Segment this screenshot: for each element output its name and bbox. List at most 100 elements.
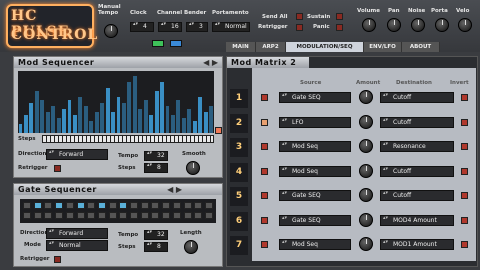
gate-step-cell[interactable] — [23, 202, 31, 209]
gate-step-cell[interactable] — [33, 212, 42, 219]
tab-about[interactable]: ABOUT — [402, 42, 440, 52]
destination-select[interactable]: Cutoff — [380, 165, 454, 177]
mod-seq-nav-arrows-icon[interactable]: ◀ ▶ — [203, 58, 218, 67]
gate-step-cell[interactable] — [183, 212, 192, 219]
source-select[interactable]: Gate SEQ — [279, 92, 351, 103]
invert-toggle[interactable] — [461, 143, 468, 150]
pan-knob[interactable] — [387, 18, 401, 32]
mod-step-bar[interactable] — [56, 118, 61, 133]
mod-step-bar[interactable] — [192, 121, 197, 133]
mod-step-bar[interactable] — [143, 100, 148, 133]
mod-step-bar[interactable] — [100, 103, 105, 133]
row-enable-toggle[interactable] — [261, 94, 268, 101]
clock-spinner[interactable]: 4 — [130, 22, 154, 32]
mod-step-bar[interactable] — [170, 115, 175, 133]
amount-knob[interactable] — [359, 188, 373, 202]
gate-step-cell[interactable] — [172, 202, 181, 209]
mod-step-bar[interactable] — [176, 100, 181, 133]
gate-step-cell[interactable] — [119, 212, 128, 219]
gate-step-cell[interactable] — [162, 212, 171, 219]
gate-step-cell[interactable] — [151, 202, 160, 209]
amount-knob[interactable] — [359, 114, 373, 129]
gate-step-cell[interactable] — [87, 212, 96, 219]
mod-step-bar[interactable] — [51, 106, 56, 133]
mod-step-bar[interactable] — [72, 115, 77, 133]
sustain-button[interactable] — [336, 13, 343, 20]
gate-step-cell[interactable] — [55, 202, 64, 209]
noise-knob[interactable] — [411, 18, 425, 32]
gate-step-cell[interactable] — [108, 202, 117, 209]
gate-step-cell[interactable] — [204, 202, 213, 209]
row-enable-toggle[interactable] — [261, 241, 268, 248]
mod-step-bar[interactable] — [181, 118, 186, 133]
mod-step-bar[interactable] — [165, 106, 170, 133]
mod-step-bar[interactable] — [83, 106, 88, 133]
gate-step-cell[interactable] — [130, 212, 138, 219]
gate-step-cell[interactable] — [108, 212, 117, 219]
gate-step-cell[interactable] — [194, 212, 203, 219]
send-all-button[interactable] — [296, 13, 303, 20]
amount-knob[interactable] — [359, 237, 373, 251]
gate-step-cell[interactable] — [33, 202, 42, 209]
mod-step-bar[interactable] — [111, 112, 115, 133]
gate-step-cell[interactable] — [162, 202, 171, 209]
invert-toggle[interactable] — [461, 192, 468, 199]
destination-select[interactable]: Cutoff — [380, 92, 454, 103]
row-enable-toggle[interactable] — [261, 192, 268, 199]
gate-step-cell[interactable] — [23, 212, 31, 219]
row-enable-toggle[interactable] — [261, 118, 268, 126]
invert-toggle[interactable] — [461, 118, 468, 126]
tab-arp2[interactable]: ARP2 — [256, 42, 286, 52]
gate-direction-select[interactable]: Forward — [46, 228, 108, 239]
gate-step-cell[interactable] — [194, 202, 203, 209]
mod-step-bar[interactable] — [198, 97, 203, 133]
destination-select[interactable]: Resonance — [380, 141, 454, 152]
mod-step-bar[interactable] — [34, 91, 39, 133]
mod-steps-spinner[interactable]: 8 — [144, 163, 168, 173]
mod-step-bar[interactable] — [45, 112, 50, 133]
destination-select[interactable]: MOD1 Amount — [380, 239, 454, 250]
destination-select[interactable]: Cutoff — [380, 116, 454, 128]
source-select[interactable]: LFO — [279, 116, 351, 128]
bender-spinner[interactable]: 3 — [186, 22, 208, 32]
mod-step-bar[interactable] — [154, 91, 159, 133]
mod-step-bar[interactable] — [105, 88, 110, 133]
mod-step-bar[interactable] — [89, 121, 94, 133]
mod-tempo-spinner[interactable]: 32 — [144, 151, 168, 161]
gate-seq-nav-arrows-icon[interactable]: ◀ ▶ — [167, 185, 182, 194]
smooth-knob[interactable] — [186, 161, 200, 175]
mod-step-bar[interactable] — [62, 109, 66, 133]
panic-button[interactable] — [336, 24, 343, 31]
portamento-spinner[interactable]: Normal — [212, 22, 250, 32]
source-select[interactable]: Gate SEQ — [279, 214, 351, 226]
gate-step-cell[interactable] — [151, 212, 160, 219]
mod-step-bar[interactable] — [203, 112, 208, 133]
amount-knob[interactable] — [359, 139, 373, 153]
gate-step-cell[interactable] — [97, 212, 106, 219]
velo-knob[interactable] — [458, 18, 472, 32]
mod-step-bar[interactable] — [29, 103, 34, 133]
destination-select[interactable]: MOD4 Amount — [380, 214, 454, 226]
mod-retrigger-toggle[interactable] — [54, 165, 61, 172]
mod-step-bar[interactable] — [138, 109, 143, 133]
volume-knob[interactable] — [362, 18, 376, 32]
source-select[interactable]: Mod Seq — [279, 141, 351, 152]
row-enable-toggle[interactable] — [261, 216, 268, 224]
invert-toggle[interactable] — [461, 167, 468, 175]
porta-knob[interactable] — [435, 18, 449, 32]
tab-modulation-seq[interactable]: MODULATION/SEQ — [286, 42, 364, 52]
gate-step-cell[interactable] — [119, 202, 128, 209]
invert-toggle[interactable] — [461, 216, 468, 224]
mod-sequencer-bar-display[interactable] — [18, 71, 214, 133]
amount-knob[interactable] — [359, 212, 373, 227]
mod-step-bar[interactable] — [23, 115, 28, 133]
mod-step-bar[interactable] — [18, 124, 23, 133]
gate-step-cell[interactable] — [140, 202, 149, 209]
mod-step-bar[interactable] — [116, 97, 121, 133]
mod-step-bar[interactable] — [78, 97, 83, 133]
length-knob[interactable] — [184, 240, 198, 254]
manual-tempo-knob[interactable] — [104, 24, 118, 38]
gate-step-cell[interactable] — [44, 212, 53, 219]
gate-steps-spinner[interactable]: 8 — [144, 242, 168, 252]
gate-step-cell[interactable] — [97, 202, 106, 209]
